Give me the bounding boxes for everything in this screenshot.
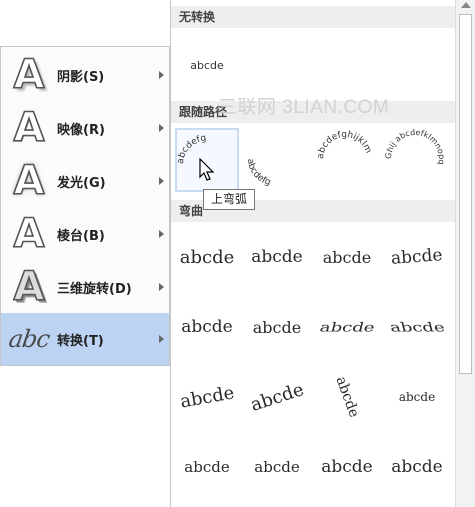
menu-item-label: 棱台(B) (57, 228, 105, 244)
text-transform-icon: abc (6, 325, 52, 353)
sample-text: abcde (190, 58, 224, 72)
scroll-thumb[interactable] (459, 14, 472, 374)
text-bevel-icon: A (13, 211, 46, 257)
chevron-right-icon (153, 49, 169, 101)
svg-text:Ghij abcdefklmnopq: Ghij abcdefklmnopq (384, 128, 446, 165)
warp-text: abcde (178, 381, 236, 413)
watermark: 三联网 3LIAN.COM (218, 97, 390, 118)
warp-text: abcde (254, 458, 300, 476)
warp-text: abcde (179, 246, 235, 268)
warp-option[interactable]: abcde (243, 226, 311, 288)
path-text: abcdefg (245, 158, 272, 188)
menu-item-label: 阴影(S) (57, 69, 105, 85)
menu-item-shadow[interactable]: A 阴影(S) (1, 49, 169, 101)
text-reflection-icon: A (13, 105, 46, 151)
menu-item-label: 三维旋转(D) (57, 281, 132, 297)
warp-text: abcde (332, 374, 362, 420)
warp-text: abcde (252, 317, 302, 337)
warp-option[interactable]: abcde (243, 366, 311, 428)
transform-gallery: 无转换 abcde 跟随路径 abcdefg abcdefg abcdefghi… (170, 0, 475, 507)
warp-option[interactable]: abcde (243, 296, 311, 358)
warp-text: abcde (317, 319, 377, 335)
path-circle-option[interactable]: abcdefghijklm (311, 128, 379, 190)
warp-option[interactable]: abcde (383, 436, 451, 498)
warp-text: abcde (391, 457, 443, 477)
menu-item-glow[interactable]: A 发光(G) (1, 155, 169, 207)
path-arch-down-option[interactable]: abcdefg (243, 130, 311, 192)
warp-text: abcde (398, 390, 436, 404)
warp-text: abcde (387, 319, 447, 335)
warp-option[interactable]: abcde (173, 366, 241, 428)
text-glow-icon: A (13, 158, 46, 204)
no-transform-option[interactable]: abcde (173, 34, 241, 96)
path-text: Ghij abcdefklmnopq (384, 128, 446, 165)
chevron-right-icon (153, 102, 169, 154)
warp-text: abcde (322, 247, 372, 267)
warp-option[interactable]: abcde (243, 436, 311, 498)
warp-text: abcde (390, 245, 444, 269)
menu-item-transform[interactable]: abc 转换(T) (1, 313, 169, 365)
warp-option[interactable]: abcde (383, 226, 451, 288)
tooltip: 上弯弧 (203, 189, 255, 210)
warp-option[interactable]: abcde (313, 366, 381, 428)
scroll-up-arrow-icon[interactable] (461, 2, 471, 8)
warp-option[interactable]: abcde (173, 436, 241, 498)
chevron-right-icon (153, 313, 169, 365)
section-header-no-transform: 无转换 (171, 6, 455, 28)
menu-item-reflection[interactable]: A 映像(R) (1, 102, 169, 154)
chevron-right-icon (153, 155, 169, 207)
warp-option[interactable]: abcde (173, 296, 241, 358)
menu-item-label: 映像(R) (57, 122, 105, 138)
menu-item-label: 转换(T) (57, 333, 104, 349)
path-button-option[interactable]: Ghij abcdefklmnopq (381, 128, 449, 190)
menu-item-label: 发光(G) (57, 175, 106, 191)
warp-option[interactable]: abcde (313, 296, 381, 358)
text-3d-rotation-icon: A (13, 264, 46, 310)
warp-text: abcde (251, 247, 303, 267)
button-preview: Ghij abcdefklmnopq (384, 128, 446, 165)
text-shadow-icon: A (13, 52, 46, 98)
menu-item-3d-rotation[interactable]: A 三维旋转(D) (1, 261, 169, 313)
warp-option[interactable]: abcde (383, 296, 451, 358)
circle-preview: abcdefghijklm (316, 130, 373, 160)
warp-option[interactable]: abcde (383, 366, 451, 428)
gallery-scrollbar[interactable] (455, 0, 475, 507)
path-text: abcdefghijklm (316, 130, 373, 160)
warp-option[interactable]: abcde (313, 226, 381, 288)
chevron-right-icon (153, 261, 169, 313)
mouse-pointer-icon (199, 158, 215, 181)
svg-text:abcdefghijklm: abcdefghijklm (316, 130, 373, 160)
warp-text: abcde (247, 378, 307, 416)
menu-item-bevel[interactable]: A 棱台(B) (1, 208, 169, 260)
arch-down-preview: abcdefg (245, 158, 272, 188)
svg-text:abcdefg: abcdefg (245, 158, 272, 188)
warp-text: abcde (184, 458, 230, 476)
warp-text: abcde (181, 317, 233, 337)
warp-option[interactable]: abcde (313, 436, 381, 498)
text-effects-menu: A 阴影(S) A 映像(R) A 发光(G) A 棱台(B) A 三维旋转(D… (0, 46, 170, 366)
chevron-right-icon (153, 208, 169, 260)
warp-option[interactable]: abcde (173, 226, 241, 288)
warp-text: abcde (321, 457, 373, 477)
